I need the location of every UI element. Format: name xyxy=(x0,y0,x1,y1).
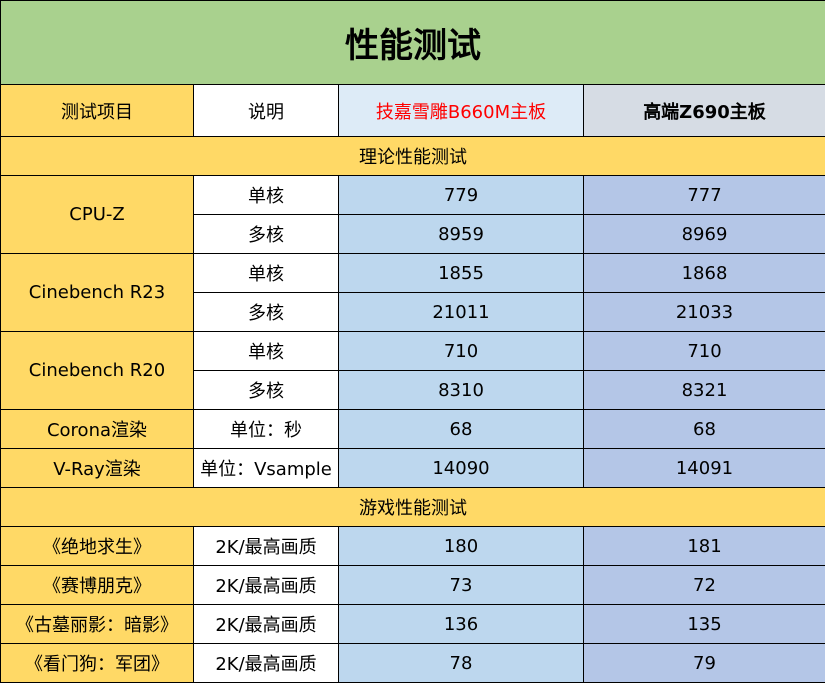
fps-board-b: 72 xyxy=(583,565,825,605)
section-theory: 理论性能测试 xyxy=(0,136,825,176)
game-name: 《古墓丽影：暗影》 xyxy=(0,604,194,644)
test-desc: 单核 xyxy=(193,331,339,371)
fps-board-b: 181 xyxy=(583,526,825,566)
table-row: 《古墓丽影：暗影》 2K/最高画质 136 135 xyxy=(0,604,825,644)
test-desc: 单位：Vsample xyxy=(193,448,339,488)
test-name: Corona渲染 xyxy=(0,409,194,449)
table-title: 性能测试 xyxy=(0,0,825,85)
score-board-a: 710 xyxy=(338,331,584,371)
score-board-b: 1868 xyxy=(583,253,825,293)
score-board-b: 21033 xyxy=(583,292,825,332)
score-board-b: 14091 xyxy=(583,448,825,488)
fps-board-a: 180 xyxy=(338,526,584,566)
fps-board-a: 78 xyxy=(338,643,584,683)
table-row: 《看门狗：军团》 2K/最高画质 78 79 xyxy=(0,643,825,683)
table-row: 《赛博朋克》 2K/最高画质 73 72 xyxy=(0,565,825,605)
score-board-a: 68 xyxy=(338,409,584,449)
test-desc: 单核 xyxy=(193,175,339,215)
test-desc: 多核 xyxy=(193,214,339,254)
test-name: CPU-Z xyxy=(0,175,194,254)
header-desc: 说明 xyxy=(193,84,339,137)
test-name: Cinebench R20 xyxy=(0,331,194,410)
header-item: 测试项目 xyxy=(0,84,194,137)
score-board-b: 68 xyxy=(583,409,825,449)
test-name: V-Ray渲染 xyxy=(0,448,194,488)
score-board-a: 779 xyxy=(338,175,584,215)
fps-board-a: 136 xyxy=(338,604,584,644)
section-game: 游戏性能测试 xyxy=(0,487,825,527)
score-board-b: 8321 xyxy=(583,370,825,410)
table-row: Corona渲染 单位：秒 68 68 xyxy=(0,409,825,449)
fps-board-a: 73 xyxy=(338,565,584,605)
score-board-b: 777 xyxy=(583,175,825,215)
game-name: 《看门狗：军团》 xyxy=(0,643,194,683)
score-board-a: 14090 xyxy=(338,448,584,488)
test-desc: 单位：秒 xyxy=(193,409,339,449)
game-name: 《赛博朋克》 xyxy=(0,565,194,605)
table-row: V-Ray渲染 单位：Vsample 14090 14091 xyxy=(0,448,825,488)
table-row: CPU-Z 单核 779 777 xyxy=(0,175,825,254)
game-setting: 2K/最高画质 xyxy=(193,526,339,566)
header-board-b: 高端Z690主板 xyxy=(583,84,825,137)
table-row: Cinebench R23 单核 1855 1868 xyxy=(0,253,825,332)
game-name: 《绝地求生》 xyxy=(0,526,194,566)
table-row: 《绝地求生》 2K/最高画质 180 181 xyxy=(0,526,825,566)
score-board-a: 8959 xyxy=(338,214,584,254)
game-setting: 2K/最高画质 xyxy=(193,565,339,605)
score-board-a: 1855 xyxy=(338,253,584,293)
header-board-a: 技嘉雪雕B660M主板 xyxy=(338,84,584,137)
performance-table: 性能测试 测试项目 说明 技嘉雪雕B660M主板 高端Z690主板 理论性能测试… xyxy=(0,0,825,683)
game-setting: 2K/最高画质 xyxy=(193,604,339,644)
test-desc: 多核 xyxy=(193,292,339,332)
table-row: Cinebench R20 单核 710 710 xyxy=(0,331,825,410)
game-setting: 2K/最高画质 xyxy=(193,643,339,683)
test-desc: 单核 xyxy=(193,253,339,293)
test-name: Cinebench R23 xyxy=(0,253,194,332)
score-board-a: 21011 xyxy=(338,292,584,332)
test-desc: 多核 xyxy=(193,370,339,410)
score-board-b: 710 xyxy=(583,331,825,371)
score-board-b: 8969 xyxy=(583,214,825,254)
fps-board-b: 79 xyxy=(583,643,825,683)
score-board-a: 8310 xyxy=(338,370,584,410)
fps-board-b: 135 xyxy=(583,604,825,644)
